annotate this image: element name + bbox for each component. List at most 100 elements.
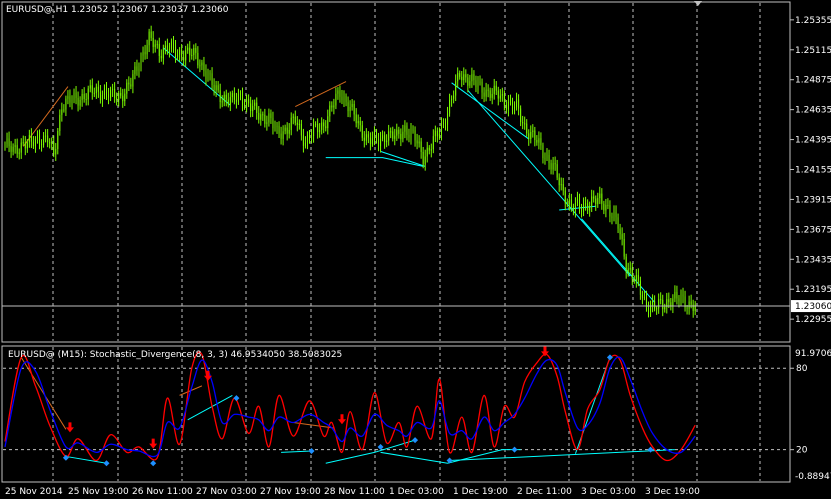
candle-body xyxy=(631,268,633,279)
candle-body xyxy=(432,136,434,150)
candle-body xyxy=(481,81,483,93)
candle-body xyxy=(284,127,286,132)
candle-body xyxy=(627,268,629,272)
candle-body xyxy=(554,163,556,165)
price-axis-label: 1.24875 xyxy=(795,76,831,86)
candle-body xyxy=(343,96,345,101)
candle-body xyxy=(658,299,660,309)
candle-body xyxy=(355,114,357,124)
terminal-chart-window[interactable]: EURUSD@,H1 1.23052 1.23067 1.23037 1.230… xyxy=(0,0,831,499)
candle-body xyxy=(97,86,99,92)
candle-body xyxy=(570,199,572,207)
candle-body xyxy=(357,121,359,124)
candle-body xyxy=(428,147,430,151)
candle-body xyxy=(195,48,197,53)
candle-body xyxy=(682,294,684,297)
price-axis-label: 1.24635 xyxy=(795,106,831,116)
candle-body xyxy=(645,297,647,306)
candle-body xyxy=(558,177,560,186)
candle-body xyxy=(347,102,349,112)
candle-body xyxy=(345,96,347,103)
candle-body xyxy=(10,146,12,152)
candle-body xyxy=(595,198,597,205)
candle-body xyxy=(57,130,59,150)
candle-body xyxy=(471,74,473,82)
candle-body xyxy=(652,301,654,306)
candle-body xyxy=(495,85,497,91)
candle-body xyxy=(110,90,112,98)
candle-body xyxy=(67,96,69,99)
candle-body xyxy=(217,85,219,91)
candle-body xyxy=(39,136,41,144)
candle-body xyxy=(603,203,605,211)
candle-body xyxy=(412,129,414,131)
candle-body xyxy=(138,68,140,71)
candle-body xyxy=(487,89,489,91)
candle-body xyxy=(278,125,280,134)
candle-body xyxy=(183,57,185,61)
candle-body xyxy=(390,131,392,133)
candle-body xyxy=(126,82,128,94)
candle-body xyxy=(150,31,152,38)
candle-body xyxy=(71,99,73,103)
candle-body xyxy=(65,98,67,110)
price-pane-header: EURUSD@,H1 1.23052 1.23067 1.23037 1.230… xyxy=(6,5,229,15)
candle-body xyxy=(298,123,300,125)
candle-body xyxy=(47,135,49,143)
candle-body xyxy=(8,138,10,147)
candle-body xyxy=(467,77,469,86)
candle-body xyxy=(256,102,258,113)
candle-body xyxy=(101,94,103,101)
candle-body xyxy=(546,154,548,159)
candle-body xyxy=(254,102,256,106)
candle-body xyxy=(148,31,150,46)
candle-body xyxy=(337,90,339,94)
candle-body xyxy=(260,114,262,120)
candle-body xyxy=(114,88,116,99)
candle-body xyxy=(420,141,422,152)
candle-body xyxy=(625,256,627,272)
candle-body xyxy=(93,92,95,94)
candle-body xyxy=(99,91,101,101)
candle-body xyxy=(607,204,609,206)
candle-body xyxy=(219,90,221,102)
candle-body xyxy=(430,149,432,151)
price-axis-label: 1.24395 xyxy=(795,136,831,146)
candle-body xyxy=(124,93,126,102)
candle-body xyxy=(532,130,534,132)
candle-body xyxy=(359,121,361,126)
candle-body xyxy=(128,82,130,85)
candle-body xyxy=(162,48,164,59)
time-axis-label: 3 Dec 19:00 xyxy=(645,487,700,497)
candle-body xyxy=(463,74,465,81)
candle-body xyxy=(633,278,635,282)
candle-body xyxy=(211,73,213,85)
candle-body xyxy=(587,203,589,211)
candle-body xyxy=(483,92,485,97)
candle-body xyxy=(542,145,544,159)
candle-body xyxy=(69,96,71,103)
candle-body xyxy=(286,127,288,134)
candle-body xyxy=(160,55,162,59)
candle-body xyxy=(20,142,22,153)
candle-body xyxy=(516,99,518,107)
candle-body xyxy=(172,41,174,47)
candle-body xyxy=(231,93,233,98)
candle-body xyxy=(203,62,205,72)
candle-body xyxy=(593,196,595,199)
candle-body xyxy=(221,101,223,103)
candle-body xyxy=(242,93,244,106)
candle-body xyxy=(367,134,369,138)
candle-body xyxy=(422,151,424,165)
candle-body xyxy=(329,105,331,117)
candle-body xyxy=(24,142,26,149)
candle-body xyxy=(244,105,246,107)
candle-body xyxy=(361,125,363,138)
candle-body xyxy=(583,203,585,212)
candle-body xyxy=(313,124,315,136)
candle-body xyxy=(518,99,520,109)
candle-body xyxy=(61,109,63,115)
candle-body xyxy=(396,129,398,136)
candle-body xyxy=(140,55,142,69)
candle-body xyxy=(122,95,124,102)
